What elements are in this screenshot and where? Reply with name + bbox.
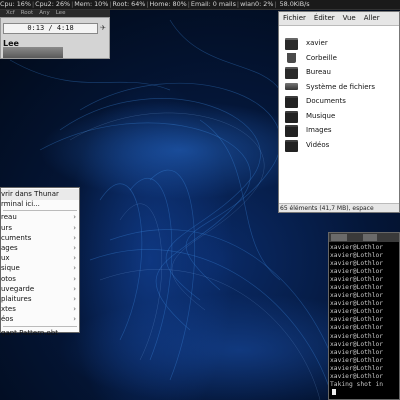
monitor-label: Home: [149,0,171,8]
terminal-line: xavier@Lothlor [330,348,384,356]
monitor-label: wlan0: [240,0,262,8]
terminal-line: xavier@Lothlor [330,364,384,372]
terminal-line: xavier@Lothlor [330,244,384,251]
monitor-value: 2% [263,0,274,8]
desktop-context-menu: vrir dans Thunar rminal ici... reau › urs › cu… [0,187,80,337]
window-list-item[interactable]: Any [39,10,50,16]
monitor-value: 64% [131,0,146,8]
terminal-line: xavier@Lothlor [330,372,384,380]
folder-icon [285,96,298,108]
file-list-item-label: Bureau [306,68,331,76]
file-list-item-label: Images [306,126,332,134]
terminal-tab-1[interactable] [331,234,347,241]
context-menu-item-label: gant Pattern.obt [1,328,59,337]
file-list-item[interactable]: Documents [279,94,399,109]
terminal-line: xavier@Lothlor [330,300,384,308]
desktop-folder-icon [285,67,298,79]
monitor-value: 16% [16,0,31,8]
terminal-line: xavier@Lothlor [330,316,384,324]
context-menu-item[interactable]: rminal ici... [1,199,79,210]
terminal-line: xavier@Lothlor [330,260,384,268]
window-list-item[interactable]: Root [21,10,33,16]
file-list-item[interactable]: xavier [279,36,399,51]
file-list-item-label: Corbeille [306,53,337,62]
monitor-label: Cpu2: [35,0,54,8]
separator: | [236,0,240,8]
track-time-display: 0:13 / 4:18 [3,23,98,34]
folder-icon [285,125,298,137]
separator: | [31,0,35,8]
context-menu-item[interactable]: gant Pattern.obt [1,328,79,339]
file-list-item-label: Documents [306,97,346,105]
drive-icon [285,82,298,90]
terminal-line: xavier@Lothlor [330,268,384,276]
context-menu-item-label: rminal ici... [1,200,40,209]
separator: | [146,0,149,8]
monitor-value: 26% [55,0,71,8]
menu-3[interactable]: Aller [364,12,380,25]
player-menu-icon[interactable]: ✈ [98,23,108,34]
terminal-line: xavier@Lothlor [330,292,384,300]
terminal-line: xavier@Lothlor [330,332,384,340]
terminal-tab-bar [329,233,399,242]
context-menu-item[interactable]: éos › [1,314,79,325]
file-list-item[interactable]: Système de fichiers [279,80,399,95]
monitor-value: 80% [172,0,187,8]
window-list: Xcf Root Any Lee [0,10,110,17]
terminal-prompt-line[interactable] [329,388,399,397]
menu-1[interactable]: Éditer [314,12,335,25]
terminal-line: Taking shot in [330,380,384,388]
file-manager-status: 65 éléments (41,7 MB), espace [279,203,399,212]
separator: | [187,0,190,8]
terminal-line: xavier@Lothlor [330,340,384,348]
file-list-item-label: Vidéos [306,140,330,149]
file-manager-menubar: Fichier Éditer Vue Aller [279,12,399,26]
monitor-label: Email: [190,0,211,8]
separator: | [274,0,277,8]
monitor-value: 0 mails [212,0,236,8]
terminal-line: xavier@Lothlor [330,356,384,364]
folder-icon [285,139,298,152]
file-list-item[interactable]: Corbeille [279,51,399,66]
system-monitor-bar: Cpu: 16%|Cpu2: 26%|Mem: 10%|Root: 64%|Home: 8… [0,0,400,10]
cursor-icon [332,388,336,395]
separator: | [71,0,74,8]
context-menu-item-label: éos [1,315,14,324]
monitor-label: Cpu: [0,0,15,8]
trash-icon [287,52,296,63]
file-list-item[interactable]: Musique [279,109,399,124]
file-list-item[interactable]: Images [279,123,399,138]
progress-strip[interactable] [3,47,63,58]
terminal-window[interactable]: xavier@Lothlor xavier@Lothlor xavier@Lothl… [328,232,400,400]
music-player-widget: 0:13 / 4:18 ✈ Lee [0,17,110,59]
file-list-item-label: Musique [306,111,336,120]
folder-icon [285,110,298,123]
file-manager-window: Fichier Éditer Vue Aller xavier Corbeille Bur… [278,11,400,213]
monitor-value: 10% [94,0,109,8]
terminal-line: xavier@Lothlor [330,284,384,292]
file-list-item-label: xavier [306,39,328,47]
submenu-arrow-icon: › [73,315,76,324]
monitor-value: 58.0KiB/s [279,0,310,8]
menu-separator [3,325,77,327]
window-list-item[interactable]: Lee [56,10,66,16]
menu-0[interactable]: Fichier [283,12,306,25]
menu-2[interactable]: Vue [343,12,356,25]
terminal-line: xavier@Lothlor [330,276,384,284]
file-list-item[interactable]: Bureau [279,65,399,80]
terminal-tab-2[interactable] [363,234,377,241]
menu-separator [3,210,77,212]
terminal-line: xavier@Lothlor [330,252,384,260]
separator: | [109,0,112,8]
terminal-line: xavier@Lothlor [330,324,384,332]
home-folder-icon [285,38,298,50]
monitor-label: Root: [112,0,130,8]
file-list-item[interactable]: Vidéos [279,138,399,153]
terminal-output[interactable]: xavier@Lothlor xavier@Lothlor xavier@Lothl… [329,244,399,397]
file-list-item-label: Système de fichiers [306,82,376,91]
terminal-line: xavier@Lothlor [330,308,384,316]
file-list: xavier Corbeille Bureau Système de fichiers… [279,36,399,153]
monitor-label: Mem: [74,0,93,8]
window-list-item[interactable]: Xcf [6,10,15,16]
